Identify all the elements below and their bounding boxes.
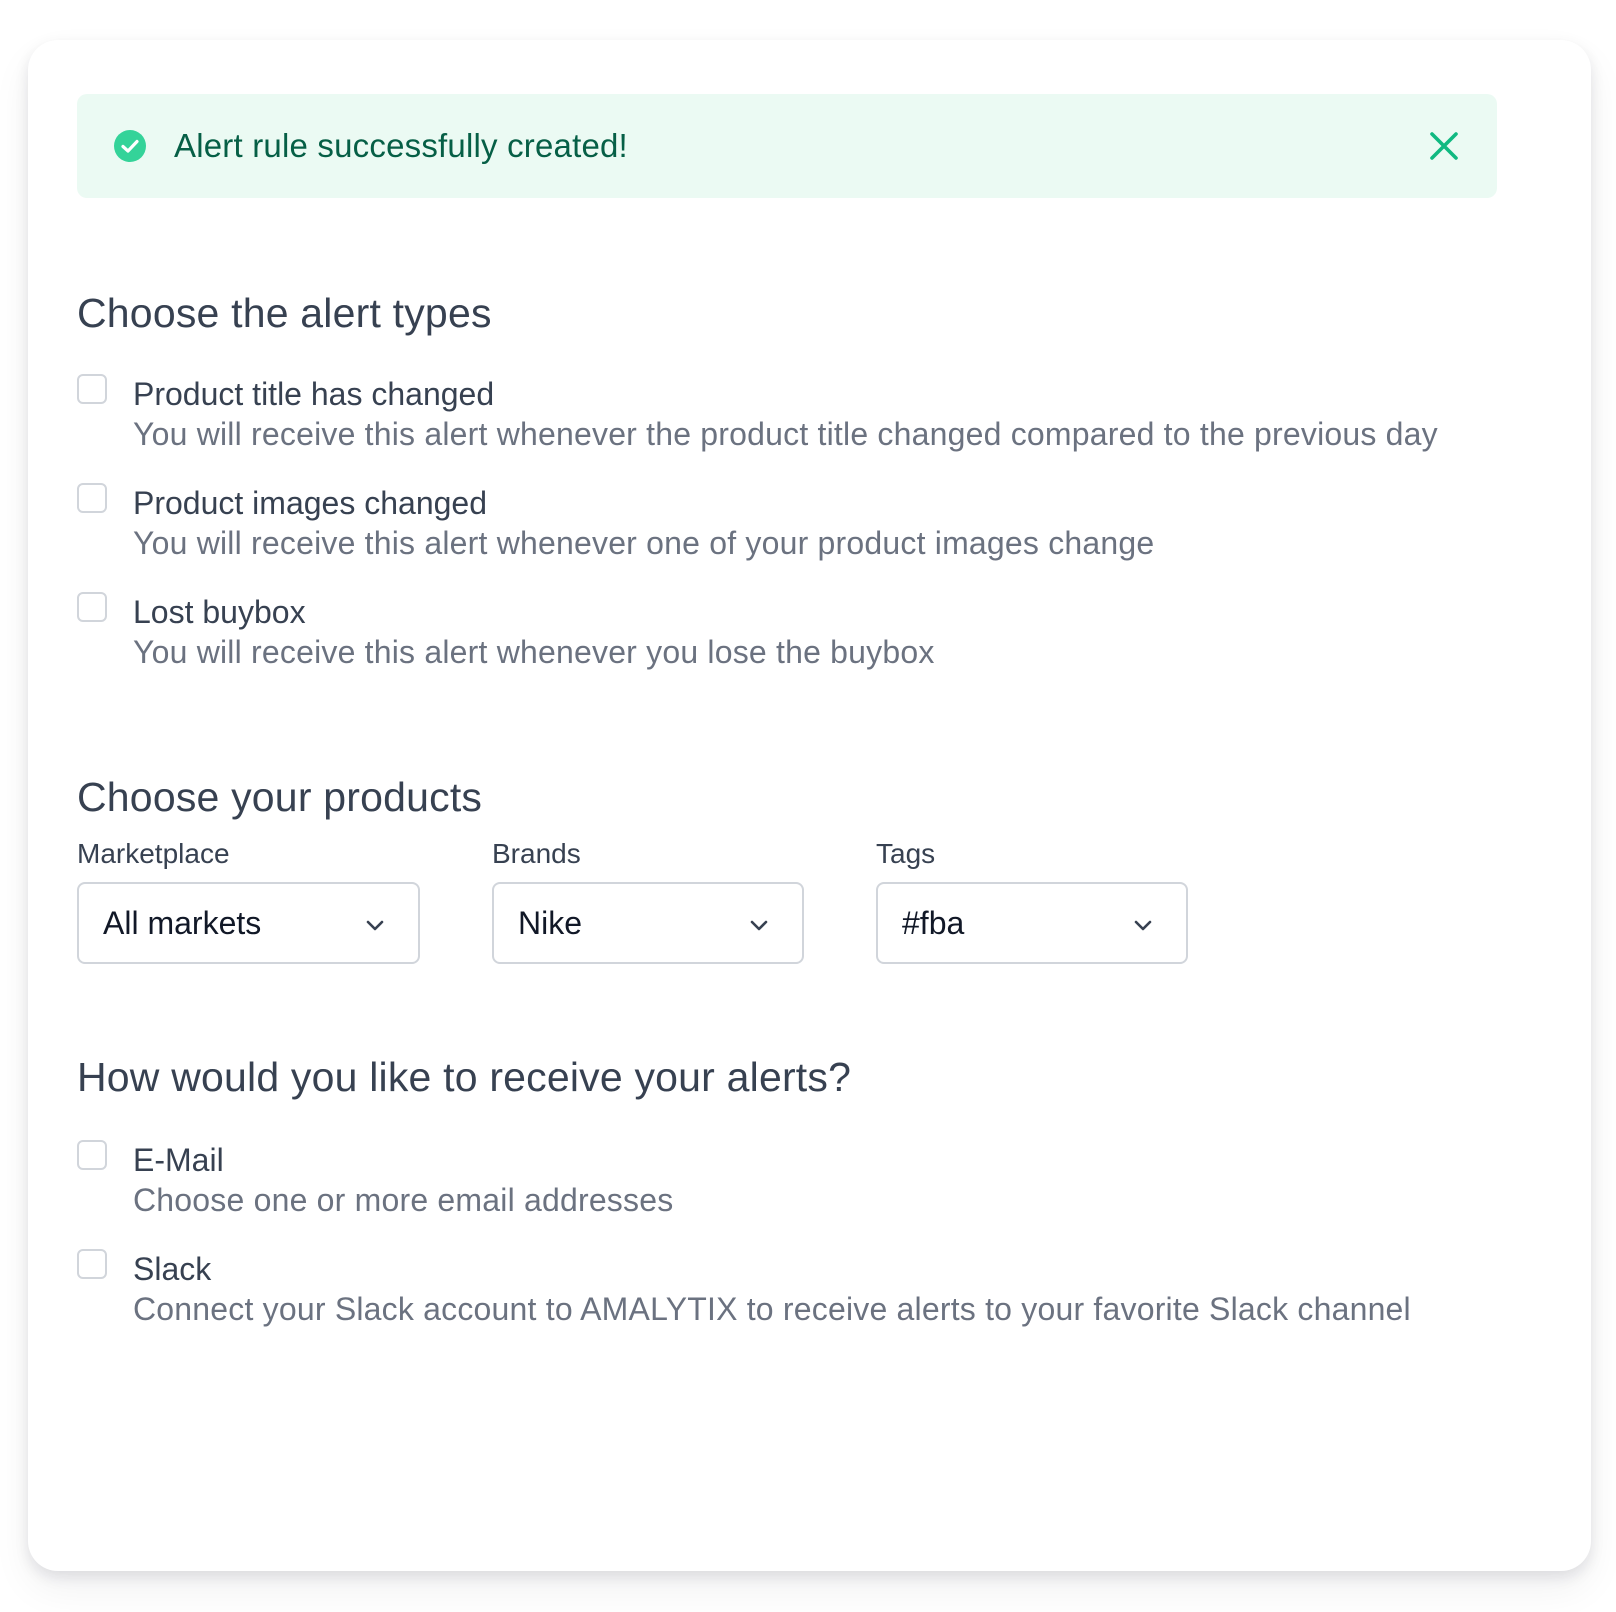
brands-field: Brands Nike (492, 834, 804, 964)
chevron-down-icon (364, 914, 386, 936)
chevron-down-icon (1132, 914, 1154, 936)
brands-value: Nike (518, 904, 583, 941)
products-heading: Choose your products (77, 774, 483, 820)
alert-type-images-changed[interactable]: Product images changed You will receive … (77, 483, 1497, 563)
success-alert: Alert rule successfully created! (77, 94, 1497, 198)
tags-select[interactable]: #fba (876, 882, 1188, 964)
check-circle-icon (113, 129, 147, 163)
lost-buybox-checkbox[interactable] (77, 592, 107, 622)
option-title: Product title has changed (133, 376, 495, 412)
marketplace-value: All markets (103, 904, 262, 941)
brands-select[interactable]: Nike (492, 882, 804, 964)
delivery-slack[interactable]: Slack Connect your Slack account to AMAL… (77, 1249, 1497, 1329)
option-description: You will receive this alert whenever one… (133, 525, 1155, 561)
tags-field: Tags #fba (876, 834, 1188, 964)
delivery-section: How would you like to receive your alert… (77, 1052, 1497, 1329)
chevron-down-icon (748, 914, 770, 936)
tags-label: Tags (876, 838, 936, 869)
products-section: Choose your products Marketplace All mar… (77, 772, 1497, 964)
delivery-heading: How would you like to receive your alert… (77, 1054, 852, 1100)
alert-type-lost-buybox[interactable]: Lost buybox You will receive this alert … (77, 592, 1497, 672)
option-title: Slack (133, 1251, 212, 1287)
title-changed-checkbox[interactable] (77, 374, 107, 404)
marketplace-select[interactable]: All markets (77, 882, 420, 964)
close-icon[interactable] (1426, 128, 1462, 164)
option-title: E-Mail (133, 1142, 224, 1178)
option-description: Connect your Slack account to AMALYTIX t… (133, 1291, 1411, 1327)
product-filters: Marketplace All markets Brands Nike Tags… (77, 834, 1497, 964)
option-title: Lost buybox (133, 594, 306, 630)
email-checkbox[interactable] (77, 1140, 107, 1170)
images-changed-checkbox[interactable] (77, 483, 107, 513)
tags-value: #fba (902, 904, 965, 941)
option-description: You will receive this alert whenever the… (133, 416, 1438, 452)
slack-checkbox[interactable] (77, 1249, 107, 1279)
alert-message: Alert rule successfully created! (174, 127, 628, 164)
option-description: Choose one or more email addresses (133, 1182, 674, 1218)
alert-rule-card: Alert rule successfully created! Choose … (28, 40, 1591, 1571)
option-title: Product images changed (133, 485, 487, 521)
alert-types-list: Product title has changed You will recei… (77, 374, 1497, 672)
marketplace-label: Marketplace (77, 838, 230, 869)
marketplace-field: Marketplace All markets (77, 834, 420, 964)
option-description: You will receive this alert whenever you… (133, 634, 935, 670)
delivery-email[interactable]: E-Mail Choose one or more email addresse… (77, 1140, 1497, 1220)
card-content: Alert rule successfully created! Choose … (77, 94, 1497, 1364)
alert-types-section: Choose the alert types Product title has… (77, 288, 1497, 672)
alert-types-heading: Choose the alert types (77, 290, 492, 336)
brands-label: Brands (492, 838, 581, 869)
alert-type-title-changed[interactable]: Product title has changed You will recei… (77, 374, 1497, 454)
delivery-options: E-Mail Choose one or more email addresse… (77, 1140, 1497, 1329)
